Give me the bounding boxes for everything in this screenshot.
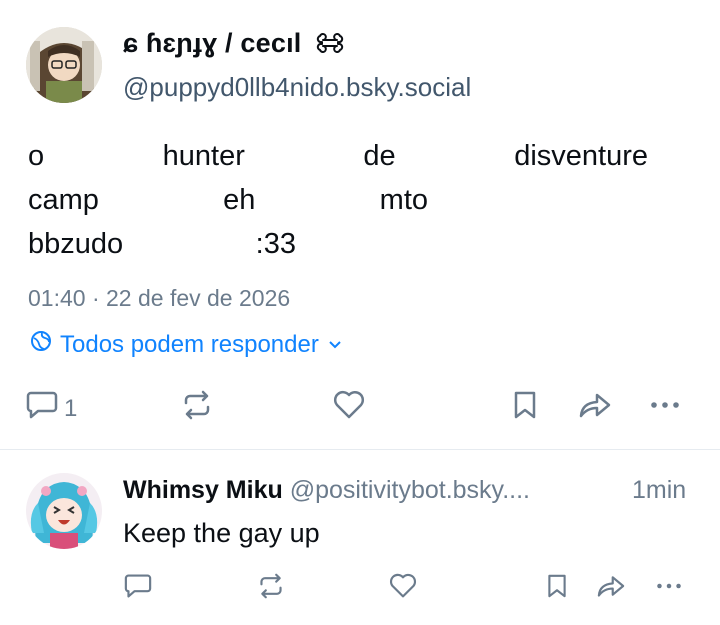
reply-more-options-button[interactable] — [654, 573, 684, 604]
share-button[interactable] — [578, 390, 612, 427]
post-word: bbzudo — [28, 228, 124, 260]
main-post: ɕ ɦɛɲɟɣ / cecıl @puppyd0llb4nido.bsky.so… — [0, 0, 720, 450]
reply-share-button[interactable] — [596, 573, 626, 604]
post-word: de — [363, 140, 396, 172]
bookmark-icon — [546, 574, 568, 603]
reply-header: Whimsy Miku @positivitybot.bsky.... — [123, 476, 530, 505]
reply-setting-label: Todos podem responder — [60, 330, 319, 358]
repost-arrows-icon — [180, 390, 214, 427]
ellipsis-icon — [654, 583, 684, 603]
reply-text: Keep the gay up — [123, 518, 320, 548]
bone-icon — [315, 29, 345, 60]
author-avatar[interactable] — [26, 27, 102, 103]
post-word: disventure — [514, 140, 648, 172]
heart-icon — [332, 390, 366, 427]
like-button[interactable] — [332, 390, 366, 427]
bookmark-icon — [512, 390, 538, 427]
reply-repost-button[interactable] — [256, 573, 286, 604]
chevron-down-icon — [329, 336, 341, 354]
repost-arrows-icon — [256, 573, 286, 603]
share-arrow-icon — [578, 390, 612, 427]
speech-bubble-icon — [26, 390, 58, 427]
post-word: mto — [379, 184, 428, 216]
globe-icon — [30, 330, 52, 359]
post-text-line: o hunter de disventure — [28, 134, 648, 178]
more-options-button[interactable] — [648, 390, 682, 427]
post-text-line: bbzudo :33 — [28, 222, 296, 266]
bookmark-button[interactable] — [512, 390, 538, 427]
reply-timestamp[interactable]: 1min — [632, 476, 686, 505]
post-text-line: camp eh mto — [28, 178, 428, 222]
reply-button[interactable]: 1 — [26, 390, 77, 427]
heart-icon — [388, 573, 418, 603]
reply-author-name[interactable]: Whimsy Miku — [123, 476, 283, 504]
ellipsis-icon — [648, 390, 682, 427]
repost-button[interactable] — [180, 390, 214, 427]
reply-count: 1 — [64, 394, 78, 422]
reply-reply-button[interactable] — [124, 573, 152, 604]
avatar-image — [26, 473, 102, 549]
share-arrow-icon — [596, 576, 626, 603]
post-word: camp — [28, 184, 99, 216]
post-timestamp[interactable]: 01:40 · 22 de fev de 2026 — [28, 285, 290, 312]
speech-bubble-icon — [124, 574, 152, 603]
reply-like-button[interactable] — [388, 573, 418, 604]
reply-actions-bar — [0, 570, 720, 606]
reply-author-handle[interactable]: @positivitybot.bsky.... — [290, 476, 530, 504]
post-actions-bar: 1 — [0, 382, 720, 426]
reply-bookmark-button[interactable] — [546, 573, 568, 604]
post-word: :33 — [255, 228, 296, 260]
post-word: o — [28, 140, 45, 172]
post-word: eh — [223, 184, 256, 216]
author-display-name[interactable]: ɕ ɦɛɲɟɣ / cecıl — [123, 28, 345, 60]
author-name-text: ɕ ɦɛɲɟɣ / cecıl — [123, 28, 302, 58]
avatar-image — [26, 27, 102, 103]
author-handle[interactable]: @puppyd0llb4nido.bsky.social — [123, 72, 471, 103]
reply-author-avatar[interactable] — [26, 473, 102, 549]
reply-setting-button[interactable]: Todos podem responder — [30, 330, 341, 359]
post-text: o hunter de disventure camp eh mto bbzud… — [28, 134, 668, 266]
post-word: hunter — [162, 140, 245, 172]
